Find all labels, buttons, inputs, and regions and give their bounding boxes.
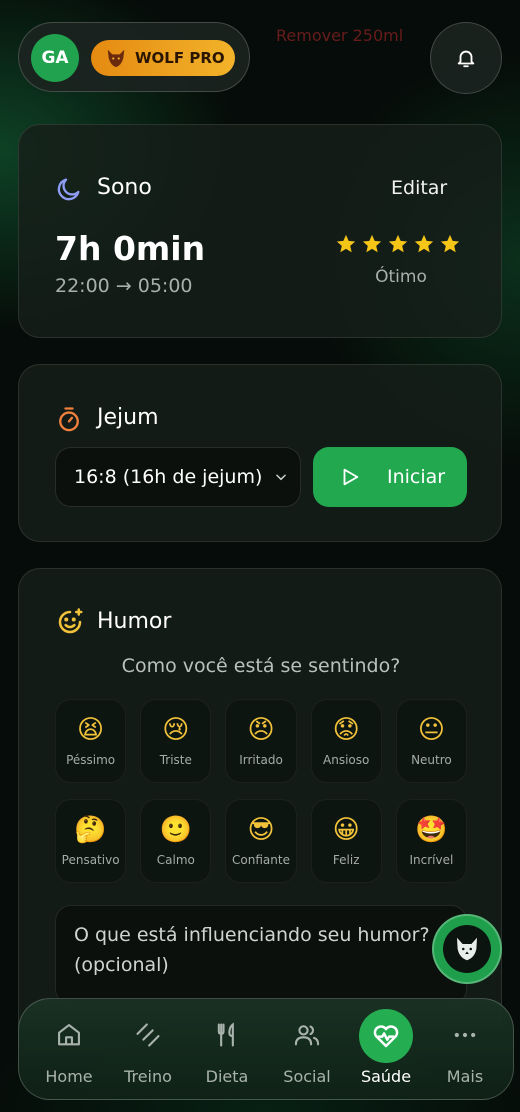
sleep-duration: 7h 0min bbox=[55, 229, 206, 268]
heart-pulse-icon bbox=[373, 1025, 399, 1048]
avatar[interactable]: GA bbox=[31, 34, 79, 82]
bottom-navigation: Home Treino Dieta Social Saúde Mais bbox=[18, 998, 514, 1100]
fasting-title: Jejum bbox=[97, 405, 159, 430]
mood-option-péssimo[interactable]: 😫 Péssimo bbox=[55, 699, 127, 783]
sleep-card: Sono Editar 7h 0min 22:00 → 05:00 Ótimo bbox=[18, 124, 502, 338]
mood-option-label: Feliz bbox=[332, 853, 360, 867]
nav-item-saude[interactable]: Saúde bbox=[346, 999, 426, 1101]
nav-item-mais[interactable]: Mais bbox=[425, 999, 505, 1101]
nav-item-treino[interactable]: Treino bbox=[108, 999, 188, 1101]
nav-label-dieta: Dieta bbox=[205, 1067, 249, 1086]
mood-title: Humor bbox=[97, 609, 172, 634]
mood-note-input[interactable]: O que está influenciando seu humor? (opc… bbox=[55, 905, 467, 1005]
fasting-card: Jejum 16:8 (16h de jejum) Iniciar bbox=[18, 364, 502, 542]
mood-option-label: Pensativo bbox=[61, 853, 120, 867]
plan-badge[interactable]: WOLF PRO bbox=[91, 40, 235, 76]
nav-label-social: Social bbox=[283, 1067, 331, 1086]
mood-option-triste[interactable]: 😢 Triste bbox=[140, 699, 212, 783]
mood-options-grid: 😫 Péssimo 😢 Triste 😠 Irritado 😟 Ansioso 😐 Neutro 🤔… bbox=[55, 699, 468, 899]
nav-item-home[interactable]: Home bbox=[29, 999, 109, 1101]
mood-emoji-icon: 😟 bbox=[332, 715, 360, 745]
mood-option-ansioso[interactable]: 😟 Ansioso bbox=[310, 699, 382, 783]
fork-knife-icon bbox=[217, 1022, 234, 1047]
mood-option-label: Triste bbox=[159, 753, 192, 767]
nav-label-mais: Mais bbox=[446, 1067, 484, 1086]
fasting-protocol-value: 16:8 (16h de jejum) bbox=[74, 466, 263, 488]
mood-emoji-icon: 😢 bbox=[162, 715, 190, 745]
chevron-down-icon bbox=[276, 474, 287, 481]
mood-option-label: Confiante bbox=[232, 853, 290, 867]
star-icon[interactable] bbox=[361, 233, 383, 255]
star-icon[interactable] bbox=[335, 233, 357, 255]
mood-question: Como você está se sentindo? bbox=[121, 655, 401, 677]
whatsapp-support-button[interactable] bbox=[432, 914, 502, 984]
mood-emoji-icon: 😠 bbox=[247, 715, 275, 745]
dumbbell-icon bbox=[136, 1023, 160, 1047]
mood-emoji-icon: 🙂 bbox=[159, 815, 192, 845]
mood-option-label: Neutro bbox=[411, 753, 452, 767]
sleep-title: Sono bbox=[97, 175, 152, 200]
mood-emoji-icon: 😐 bbox=[417, 715, 445, 745]
plan-badge-label: WOLF PRO bbox=[135, 49, 225, 67]
nav-label-saude: Saúde bbox=[360, 1067, 412, 1086]
edit-sleep-link[interactable]: Editar bbox=[391, 177, 447, 199]
mood-emoji-icon: 😫 bbox=[77, 715, 105, 745]
mood-option-label: Calmo bbox=[156, 853, 195, 867]
mood-emoji-icon: 😀 bbox=[332, 815, 360, 845]
mood-option-incrível[interactable]: 🤩 Incrível bbox=[395, 799, 468, 883]
mood-option-irritado[interactable]: 😠 Irritado bbox=[225, 699, 297, 783]
nav-item-social[interactable]: Social bbox=[267, 999, 347, 1101]
profile-pill[interactable]: GA WOLF PRO bbox=[18, 22, 250, 92]
mood-option-pensativo[interactable]: 🤔 Pensativo bbox=[55, 799, 127, 883]
mood-option-neutro[interactable]: 😐 Neutro bbox=[395, 699, 468, 783]
active-tab-indicator bbox=[359, 1009, 413, 1063]
moon-icon bbox=[57, 178, 80, 201]
nav-item-dieta[interactable]: Dieta bbox=[187, 999, 267, 1101]
sleep-rating-label: Ótimo bbox=[375, 267, 427, 287]
mood-row: 🤔 Pensativo 🙂 Calmo 😎 Confiante 😀 Feliz 🤩 Incríve… bbox=[55, 799, 468, 883]
mood-option-feliz[interactable]: 😀 Feliz bbox=[310, 799, 382, 883]
nav-label-home: Home bbox=[45, 1067, 93, 1086]
mood-emoji-icon: 😎 bbox=[247, 815, 275, 845]
smile-sparkle-icon bbox=[58, 608, 83, 634]
play-icon bbox=[343, 468, 359, 486]
nav-label-treino: Treino bbox=[124, 1067, 172, 1086]
stopwatch-icon bbox=[59, 407, 79, 432]
mood-emoji-icon: 🤩 bbox=[415, 815, 448, 845]
mood-option-label: Ansioso bbox=[323, 753, 370, 767]
more-icon bbox=[454, 1032, 476, 1038]
mood-row: 😫 Péssimo 😢 Triste 😠 Irritado 😟 Ansioso 😐 Neutro bbox=[55, 699, 468, 783]
mood-option-calmo[interactable]: 🙂 Calmo bbox=[140, 799, 212, 883]
users-icon bbox=[294, 1025, 320, 1046]
sleep-time-range: 22:00 → 05:00 bbox=[55, 275, 193, 297]
start-fasting-label: Iniciar bbox=[387, 466, 446, 488]
mood-option-confiante[interactable]: 😎 Confiante bbox=[225, 799, 297, 883]
notifications-button[interactable] bbox=[430, 22, 502, 94]
sleep-rating-stars[interactable] bbox=[335, 233, 461, 255]
wolf-icon bbox=[443, 925, 491, 973]
toast-message: Remover 250ml bbox=[276, 26, 404, 45]
star-icon[interactable] bbox=[439, 233, 461, 255]
star-icon[interactable] bbox=[387, 233, 409, 255]
mood-option-label: Incrível bbox=[409, 853, 454, 867]
mood-option-label: Péssimo bbox=[66, 753, 116, 767]
mood-option-label: Irritado bbox=[239, 753, 283, 767]
wolf-icon bbox=[107, 49, 125, 68]
star-icon[interactable] bbox=[413, 233, 435, 255]
mood-card: Humor Como você está se sentindo? 😫 Péssi… bbox=[18, 568, 502, 1028]
bell-icon bbox=[457, 50, 475, 68]
home-icon bbox=[58, 1024, 80, 1046]
start-fasting-button[interactable]: Iniciar bbox=[313, 447, 467, 507]
fasting-protocol-select[interactable]: 16:8 (16h de jejum) bbox=[55, 447, 301, 507]
mood-emoji-icon: 🤔 bbox=[74, 815, 107, 845]
